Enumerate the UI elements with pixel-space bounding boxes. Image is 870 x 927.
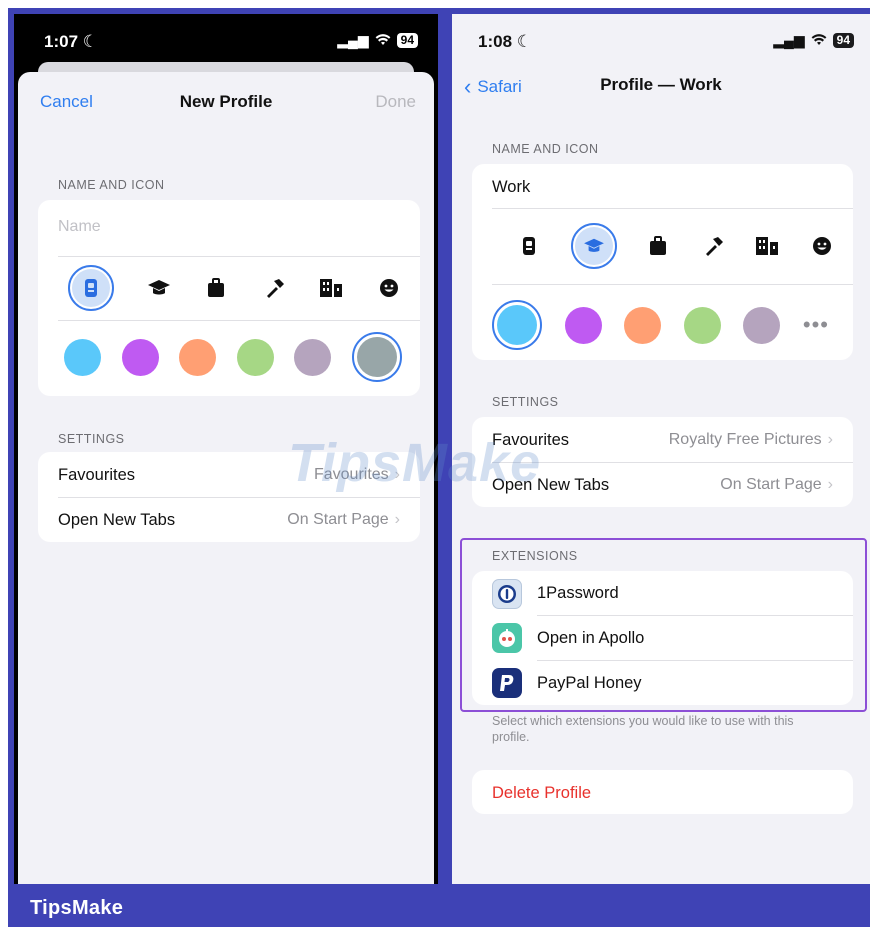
icon-picker bbox=[68, 262, 402, 314]
more-colors-button[interactable]: ••• bbox=[803, 312, 829, 338]
status-icons: ▂▄▆ 94 bbox=[773, 32, 854, 49]
extensions-card: 1Password Open in Apollo PayPal Honey bbox=[472, 571, 853, 705]
moon-icon: ☾ bbox=[82, 32, 99, 51]
section-label-settings: SETTINGS bbox=[58, 432, 125, 446]
apollo-icon bbox=[492, 623, 522, 653]
chevron-right-icon: › bbox=[827, 476, 833, 493]
icon-picker bbox=[516, 220, 835, 272]
id-badge-icon[interactable] bbox=[516, 233, 542, 259]
battery-icon: 94 bbox=[396, 33, 418, 48]
color-swatch[interactable] bbox=[294, 338, 332, 376]
signal-icon: ▂▄▆ bbox=[773, 32, 805, 48]
smiley-icon[interactable] bbox=[376, 275, 402, 301]
color-swatch[interactable] bbox=[564, 306, 602, 344]
color-swatch[interactable] bbox=[743, 306, 781, 344]
extension-label: 1Password bbox=[537, 584, 619, 602]
chevron-right-icon: › bbox=[827, 431, 833, 448]
status-icons: ▂▄▆ 94 bbox=[337, 32, 418, 49]
open-new-tabs-label: Open New Tabs bbox=[58, 511, 176, 529]
battery-icon: 94 bbox=[832, 33, 854, 48]
smiley-icon[interactable] bbox=[809, 233, 835, 259]
section-label-settings: SETTINGS bbox=[492, 395, 559, 409]
graduation-cap-icon bbox=[574, 227, 613, 265]
favourites-value: Royalty Free Pictures › bbox=[668, 431, 833, 448]
page-title: Profile — Work bbox=[600, 75, 722, 94]
color-swatch[interactable] bbox=[179, 338, 217, 376]
id-badge-icon bbox=[72, 269, 110, 307]
section-label-extensions: EXTENSIONS bbox=[492, 549, 578, 563]
briefcase-icon[interactable] bbox=[645, 233, 671, 259]
color-swatch[interactable] bbox=[121, 338, 159, 376]
name-icon-card: Name bbox=[38, 200, 420, 396]
name-input[interactable]: Name bbox=[58, 218, 101, 236]
done-button[interactable]: Done bbox=[375, 92, 416, 112]
extensions-footnote: Select which extensions you would like t… bbox=[492, 714, 794, 744]
brand-logo: TipsMake bbox=[30, 897, 124, 919]
color-picker: ••• bbox=[492, 296, 829, 354]
color-swatch bbox=[497, 305, 537, 345]
divider bbox=[58, 320, 420, 321]
hammer-icon[interactable] bbox=[700, 233, 726, 259]
open-new-tabs-value: On Start Page › bbox=[720, 476, 833, 493]
status-time: 1:08 ☾ bbox=[478, 32, 533, 51]
color-swatch-selected[interactable] bbox=[351, 332, 402, 382]
divider bbox=[492, 208, 853, 209]
color-picker bbox=[64, 328, 402, 386]
signal-icon: ▂▄▆ bbox=[337, 32, 369, 48]
divider bbox=[492, 462, 853, 463]
page-title: New Profile bbox=[179, 92, 273, 111]
extension-label: PayPal Honey bbox=[537, 674, 642, 692]
footer-bar bbox=[8, 884, 870, 927]
divider bbox=[58, 497, 420, 498]
name-input[interactable]: Work bbox=[492, 178, 530, 197]
open-new-tabs-value: On Start Page › bbox=[287, 511, 400, 528]
wifi-icon bbox=[811, 33, 827, 49]
status-time: 1:07 ☾ bbox=[44, 32, 99, 51]
color-swatch[interactable] bbox=[64, 338, 101, 376]
watermark: TipsMake bbox=[288, 433, 542, 493]
delete-profile-button[interactable]: Delete Profile bbox=[492, 784, 591, 803]
delete-card: Delete Profile bbox=[472, 770, 853, 814]
paypal-honey-icon bbox=[492, 668, 522, 698]
chevron-right-icon: › bbox=[394, 511, 400, 528]
1password-icon bbox=[492, 579, 522, 609]
graduation-cap-icon[interactable] bbox=[146, 275, 172, 301]
color-swatch[interactable] bbox=[624, 306, 662, 344]
color-swatch-selected[interactable] bbox=[492, 300, 542, 350]
divider bbox=[537, 660, 853, 661]
id-badge-icon-option[interactable] bbox=[68, 265, 114, 311]
color-swatch[interactable] bbox=[236, 338, 274, 376]
graduation-cap-icon-option[interactable] bbox=[570, 223, 617, 269]
section-label-name-icon: NAME AND ICON bbox=[58, 178, 165, 192]
color-swatch[interactable] bbox=[683, 306, 721, 344]
briefcase-icon[interactable] bbox=[203, 275, 229, 301]
wifi-icon bbox=[375, 33, 391, 49]
divider bbox=[58, 256, 420, 257]
extension-label: Open in Apollo bbox=[537, 629, 645, 647]
name-icon-card: Work ••• bbox=[472, 164, 853, 360]
moon-icon: ☾ bbox=[516, 32, 533, 51]
favourites-label: Favourites bbox=[58, 466, 136, 484]
building-icon[interactable] bbox=[318, 275, 344, 301]
divider bbox=[492, 284, 853, 285]
building-icon[interactable] bbox=[754, 233, 780, 259]
section-label-name-icon: NAME AND ICON bbox=[492, 142, 599, 156]
divider bbox=[537, 615, 853, 616]
color-swatch bbox=[356, 337, 397, 377]
hammer-icon[interactable] bbox=[261, 275, 287, 301]
